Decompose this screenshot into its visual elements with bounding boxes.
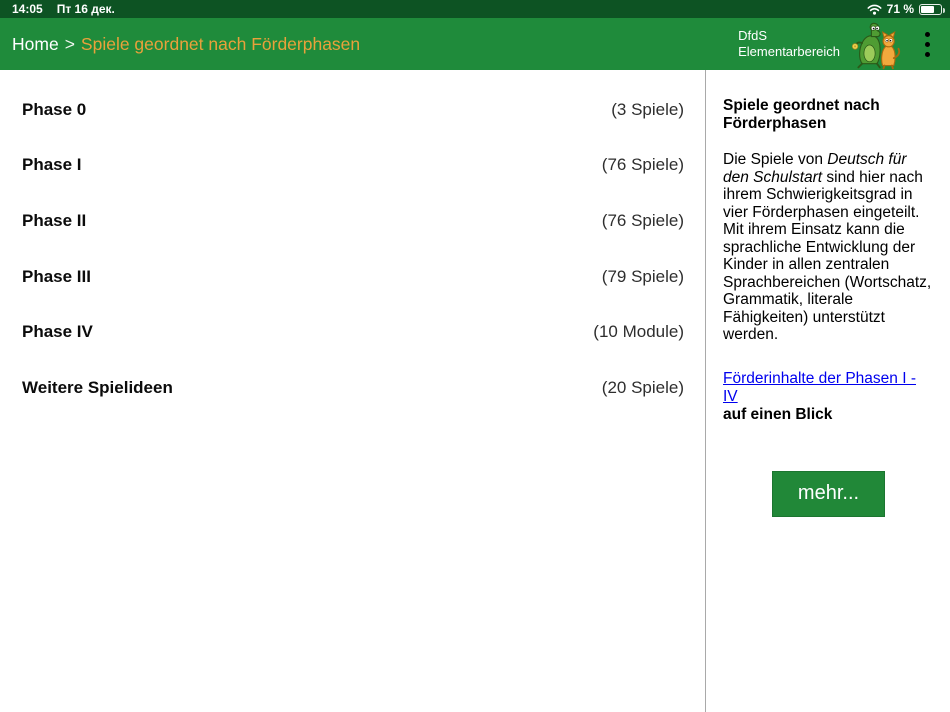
phase-label: Phase III	[22, 266, 91, 286]
mehr-button[interactable]: mehr...	[772, 470, 885, 517]
foerderinhalte-link[interactable]: Förderinhalte der Phasen I - IV	[723, 370, 916, 405]
app-title: DfdS Elementarbereich	[738, 28, 840, 60]
mascot-dragon-cat-image	[851, 22, 901, 70]
link-suffix-text: auf einen Blick	[723, 405, 833, 423]
app-screen: 14:05 Пт 16 дек. 71 % Home > Spiele geordn…	[0, 0, 950, 712]
phase-count: (79 Spiele)	[601, 266, 684, 286]
phase-count: (10 Module)	[593, 322, 684, 342]
status-date: Пт 16 дек.	[56, 2, 115, 16]
phase-list: Phase 0 (3 Spiele) Phase I (76 Spiele) P…	[0, 70, 705, 712]
list-item-phase-3[interactable]: Phase III (79 Spiele)	[0, 249, 705, 305]
paragraph-pre: Die Spiele von	[723, 151, 828, 168]
status-bar: 14:05 Пт 16 дек. 71 %	[0, 0, 950, 18]
phase-count: (76 Spiele)	[601, 155, 684, 175]
breadcrumb: Home > Spiele geordnet nach Förderphasen	[12, 34, 360, 55]
wifi-icon	[867, 4, 882, 15]
paragraph-post: sind hier nach ihrem Schwierigkeitsgrad …	[723, 168, 932, 344]
phase-label: Weitere Spielideen	[22, 377, 173, 397]
list-item-phase-4[interactable]: Phase IV (10 Module)	[0, 304, 705, 360]
sidebar-paragraph: Die Spiele von Deutsch für den Schulstar…	[723, 151, 934, 344]
sidebar-link-block: Förderinhalte der Phasen I - IV auf eine…	[723, 370, 934, 424]
kebab-menu-icon[interactable]	[914, 24, 940, 64]
sidebar-heading: Spiele geordnet nach Förderphasen	[723, 97, 880, 132]
info-sidebar: Spiele geordnet nach Förderphasen Die Sp…	[706, 70, 950, 712]
breadcrumb-home-link[interactable]: Home	[12, 34, 59, 54]
phase-label: Phase 0	[22, 99, 87, 119]
battery-percent: 71 %	[886, 2, 914, 16]
app-title-line1: DfdS	[738, 28, 768, 43]
phase-count: (3 Spiele)	[611, 99, 684, 119]
list-item-phase-0[interactable]: Phase 0 (3 Spiele)	[0, 82, 705, 138]
app-title-line2: Elementarbereich	[738, 44, 840, 59]
list-item-weitere-spielideen[interactable]: Weitere Spielideen (20 Spiele)	[0, 360, 705, 416]
phase-label: Phase I	[22, 155, 82, 175]
breadcrumb-current-page: Spiele geordnet nach Förderphasen	[80, 33, 361, 54]
battery-icon	[919, 3, 945, 15]
list-item-phase-1[interactable]: Phase I (76 Spiele)	[0, 138, 705, 194]
list-item-phase-2[interactable]: Phase II (76 Spiele)	[0, 193, 705, 249]
phase-label: Phase IV	[22, 322, 93, 342]
nav-bar: Home > Spiele geordnet nach Förderphasen D…	[0, 18, 950, 70]
status-time: 14:05	[12, 2, 43, 16]
phase-count: (20 Spiele)	[601, 377, 684, 397]
phase-count: (76 Spiele)	[601, 210, 684, 230]
phase-label: Phase II	[22, 210, 87, 230]
breadcrumb-separator: >	[64, 33, 75, 54]
content-area: Phase 0 (3 Spiele) Phase I (76 Spiele) P…	[0, 70, 950, 712]
